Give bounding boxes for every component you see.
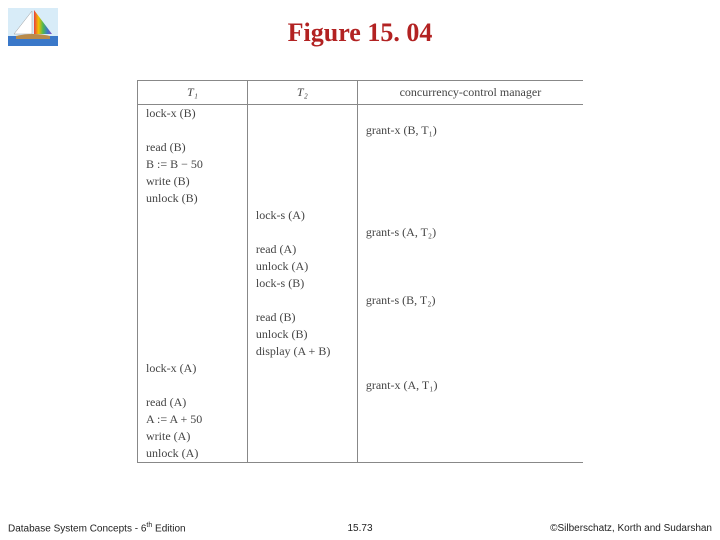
cell-t2 (247, 377, 357, 394)
cell-mgr: grant-x (A, T₁) (357, 377, 583, 394)
table-row: unlock (A) (138, 258, 584, 275)
cell-t1 (138, 275, 248, 292)
col-header-t2: T₂ (247, 81, 357, 105)
cell-mgr (357, 428, 583, 445)
table-row: write (B) (138, 173, 584, 190)
cell-t1: A := A + 50 (138, 411, 248, 428)
cell-mgr (357, 105, 583, 123)
schedule-table: T₁ T₂ concurrency-control manager lock-x… (137, 80, 583, 463)
col-header-t1: T₁ (138, 81, 248, 105)
cell-t1: read (B) (138, 139, 248, 156)
cell-mgr (357, 139, 583, 156)
table-row: write (A) (138, 428, 584, 445)
cell-t1 (138, 207, 248, 224)
cell-t1: unlock (B) (138, 190, 248, 207)
cell-t1 (138, 326, 248, 343)
cell-mgr (357, 360, 583, 377)
cell-t2: read (B) (247, 309, 357, 326)
cell-t1: unlock (A) (138, 445, 248, 463)
table-header-row: T₁ T₂ concurrency-control manager (138, 81, 584, 105)
cell-t1 (138, 258, 248, 275)
cell-t1 (138, 309, 248, 326)
cell-mgr: grant-s (B, T₂) (357, 292, 583, 309)
table-row: grant-s (A, T₂) (138, 224, 584, 241)
cell-t2 (247, 394, 357, 411)
cell-mgr (357, 241, 583, 258)
cell-t2: lock-s (B) (247, 275, 357, 292)
cell-mgr (357, 258, 583, 275)
table-row: unlock (B) (138, 190, 584, 207)
cell-mgr (357, 394, 583, 411)
slide: Figure 15. 04 T₁ T₂ concurrency-control … (0, 0, 720, 540)
cell-t2: read (A) (247, 241, 357, 258)
table-row: read (B) (138, 139, 584, 156)
cell-t1: write (A) (138, 428, 248, 445)
cell-t1: read (A) (138, 394, 248, 411)
cell-mgr (357, 156, 583, 173)
cell-t1: B := B − 50 (138, 156, 248, 173)
cell-mgr (357, 445, 583, 463)
cell-t1 (138, 241, 248, 258)
footer-right: ©Silberschatz, Korth and Sudarshan (550, 523, 712, 534)
table-row: lock-x (A) (138, 360, 584, 377)
cell-mgr (357, 190, 583, 207)
cell-t2 (247, 156, 357, 173)
figure-title: Figure 15. 04 (0, 18, 720, 48)
table-row: lock-s (A) (138, 207, 584, 224)
cell-mgr (357, 411, 583, 428)
table-row: grant-x (B, T₁) (138, 122, 584, 139)
cell-t1 (138, 292, 248, 309)
cell-t2 (247, 411, 357, 428)
cell-t2 (247, 224, 357, 241)
cell-t1 (138, 343, 248, 360)
cell-mgr (357, 275, 583, 292)
cell-t2 (247, 292, 357, 309)
cell-t2 (247, 139, 357, 156)
cell-mgr: grant-s (A, T₂) (357, 224, 583, 241)
cell-t2 (247, 445, 357, 463)
col-header-mgr: concurrency-control manager (357, 81, 583, 105)
table-row: unlock (B) (138, 326, 584, 343)
cell-mgr (357, 343, 583, 360)
cell-t2 (247, 105, 357, 123)
cell-mgr (357, 207, 583, 224)
figure-table-wrapper: T₁ T₂ concurrency-control manager lock-x… (137, 80, 583, 463)
cell-t2 (247, 173, 357, 190)
cell-t1: lock-x (B) (138, 105, 248, 123)
table-row: grant-s (B, T₂) (138, 292, 584, 309)
table-row: read (A) (138, 394, 584, 411)
table-row: unlock (A) (138, 445, 584, 463)
cell-t1: lock-x (A) (138, 360, 248, 377)
cell-t2: unlock (B) (247, 326, 357, 343)
footer-left: Database System Concepts - 6th Edition (8, 522, 186, 534)
cell-t2: display (A + B) (247, 343, 357, 360)
table-row: A := A + 50 (138, 411, 584, 428)
cell-t2: unlock (A) (247, 258, 357, 275)
cell-t1 (138, 224, 248, 241)
table-row: grant-x (A, T₁) (138, 377, 584, 394)
cell-mgr (357, 326, 583, 343)
cell-t2 (247, 360, 357, 377)
cell-mgr (357, 173, 583, 190)
cell-t2 (247, 428, 357, 445)
table-row: display (A + B) (138, 343, 584, 360)
table-row: B := B − 50 (138, 156, 584, 173)
table-row: read (A) (138, 241, 584, 258)
cell-mgr: grant-x (B, T₁) (357, 122, 583, 139)
footer-center: 15.73 (347, 523, 372, 534)
table-row: lock-x (B) (138, 105, 584, 123)
table-row: lock-s (B) (138, 275, 584, 292)
cell-t1: write (B) (138, 173, 248, 190)
cell-t2: lock-s (A) (247, 207, 357, 224)
cell-t2 (247, 122, 357, 139)
table-row: read (B) (138, 309, 584, 326)
cell-t2 (247, 190, 357, 207)
cell-mgr (357, 309, 583, 326)
cell-t1 (138, 122, 248, 139)
cell-t1 (138, 377, 248, 394)
